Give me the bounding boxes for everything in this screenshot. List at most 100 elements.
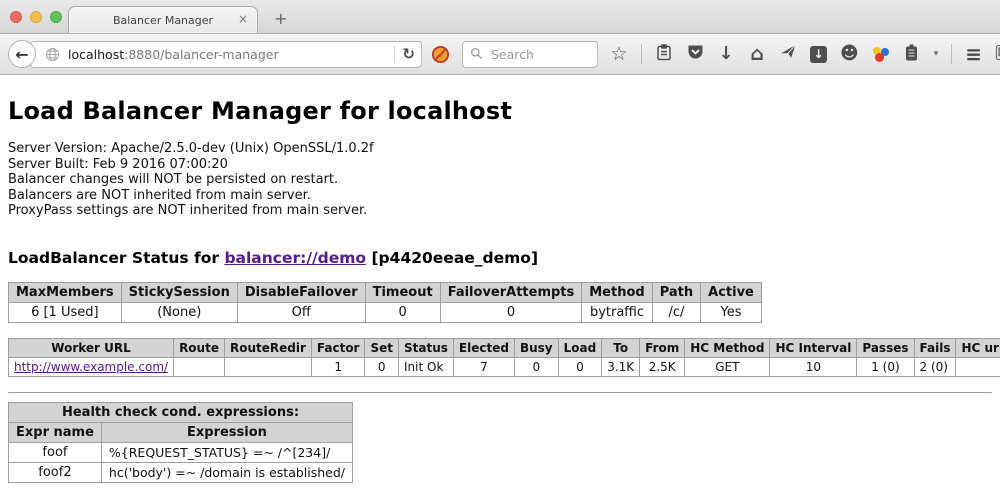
col-header: Passes — [857, 338, 914, 357]
pocket-icon[interactable] — [686, 44, 704, 64]
cell-from: 2.5K — [640, 357, 685, 376]
navigation-toolbar: ← localhost:8880/balancer-manager ↻ — [0, 34, 1000, 75]
server-built-line: Server Built: Feb 9 2016 07:00:20 — [8, 157, 992, 173]
toolbar-icons: ☆ ↓ ⌂ ↓ — [610, 42, 1000, 66]
divider — [8, 392, 992, 394]
cell-to: 3.1K — [602, 357, 640, 376]
url-path: :8880/balancer-manager — [124, 47, 278, 62]
window-controls — [10, 11, 62, 23]
col-header: Worker URL — [9, 338, 174, 357]
overflow-caret-icon[interactable]: ▾ — [934, 49, 939, 59]
tab-balancer-manager[interactable]: Balancer Manager × — [68, 6, 258, 33]
toolbar-separator — [951, 44, 952, 64]
col-header: Method — [582, 282, 652, 302]
cell-route — [174, 357, 225, 376]
tab-title: Balancer Manager — [113, 14, 213, 27]
cell-failoverattempts: 0 — [440, 302, 582, 322]
extension-dots-icon[interactable] — [872, 45, 890, 63]
toolbar-separator — [641, 44, 642, 64]
col-header: Fails — [914, 338, 956, 357]
downloads-arrow-icon[interactable]: ↓ — [717, 45, 735, 63]
url-separator — [394, 46, 395, 63]
tiles-page-icon[interactable] — [995, 44, 1000, 65]
cell-stickysession: (None) — [121, 302, 237, 322]
new-tab-button[interactable]: + — [274, 11, 287, 27]
back-button[interactable]: ← — [8, 40, 36, 68]
cell-expr-name: foof — [9, 442, 102, 462]
feedback-smiley-icon[interactable]: ☻ — [840, 45, 859, 63]
cell-hc-uri — [956, 357, 1000, 376]
table-row: foof %{REQUEST_STATUS} =~ /^[234]/ — [9, 442, 353, 462]
col-header: Path — [652, 282, 700, 302]
cell-timeout: 0 — [365, 302, 440, 322]
status-suffix: [p4420eeae_demo] — [366, 249, 538, 267]
balancers-inherit-line: Balancers are NOT inherited from main se… — [8, 188, 992, 204]
search-input[interactable] — [489, 46, 584, 63]
cell-hc-method: GET — [685, 357, 770, 376]
page-title: Load Balancer Manager for localhost — [8, 97, 992, 125]
cell-passes: 1 (0) — [857, 357, 914, 376]
table-row: http://www.example.com/ 1 0 Init Ok 7 0 … — [9, 357, 1000, 376]
col-header: Set — [365, 338, 399, 357]
home-icon[interactable]: ⌂ — [748, 45, 766, 63]
window-zoom-button[interactable] — [50, 11, 62, 23]
clipboard-icon[interactable] — [655, 44, 673, 65]
cell-expression: hc('body') =~ /domain is established/ — [101, 462, 352, 482]
cell-path: /c/ — [652, 302, 700, 322]
table-row: 6 [1 Used] (None) Off 0 0 bytraffic /c/ … — [9, 302, 762, 322]
col-header: Active — [701, 282, 762, 302]
col-header: Load — [558, 338, 602, 357]
status-prefix: LoadBalancer Status for — [8, 249, 224, 267]
page-content: Load Balancer Manager for localhost Serv… — [0, 75, 1000, 491]
col-header: From — [640, 338, 685, 357]
col-header: Route — [174, 338, 225, 357]
bookmark-star-icon[interactable]: ☆ — [610, 45, 628, 63]
col-header: RouteRedir — [224, 338, 311, 357]
window-minimize-button[interactable] — [30, 11, 42, 23]
cell-active: Yes — [701, 302, 762, 322]
send-plane-icon[interactable] — [779, 44, 797, 64]
server-version-line: Server Version: Apache/2.5.0-dev (Unix) … — [8, 141, 992, 157]
health-check-table: Health check cond. expressions: Expr nam… — [8, 402, 353, 483]
window-close-button[interactable] — [10, 11, 22, 23]
cell-worker-url: http://www.example.com/ — [9, 357, 174, 376]
url-text[interactable]: localhost:8880/balancer-manager — [68, 47, 387, 62]
url-bar[interactable]: localhost:8880/balancer-manager ↻ — [30, 41, 422, 68]
loadbalancer-status-heading: LoadBalancer Status for balancer://demo … — [8, 249, 992, 267]
save-page-icon[interactable]: ↓ — [810, 46, 827, 63]
cell-routeredir — [224, 357, 311, 376]
plugin-blocked-icon[interactable] — [431, 45, 450, 64]
cell-set: 0 — [365, 357, 399, 376]
cell-factor: 1 — [311, 357, 365, 376]
tab-bar: Balancer Manager × + — [0, 0, 1000, 34]
table-header-row: Expr name Expression — [9, 422, 353, 442]
globe-icon — [45, 47, 60, 62]
col-header: MaxMembers — [9, 282, 122, 302]
cell-fails: 2 (0) — [914, 357, 956, 376]
col-header: HC Interval — [770, 338, 857, 357]
cell-method: bytraffic — [582, 302, 652, 322]
worker-url-link[interactable]: http://www.example.com/ — [14, 360, 168, 374]
balancer-demo-link[interactable]: balancer://demo — [224, 249, 366, 267]
table-row: foof2 hc('body') =~ /domain is establish… — [9, 462, 353, 482]
search-box[interactable] — [462, 41, 598, 68]
health-table-title: Health check cond. expressions: — [9, 402, 353, 422]
container-battery-icon[interactable] — [903, 44, 921, 65]
proxypass-inherit-line: ProxyPass settings are NOT inherited fro… — [8, 203, 992, 219]
col-header: FailoverAttempts — [440, 282, 582, 302]
col-header: Status — [399, 338, 454, 357]
cell-status: Init Ok — [399, 357, 454, 376]
table-header-row: MaxMembers StickySession DisableFailover… — [9, 282, 762, 302]
tab-close-icon[interactable]: × — [238, 13, 248, 25]
server-info: Server Version: Apache/2.5.0-dev (Unix) … — [8, 141, 992, 219]
menu-hamburger-icon[interactable]: ≡ — [965, 42, 982, 66]
cell-busy: 0 — [514, 357, 558, 376]
col-header: Expr name — [9, 422, 102, 442]
cell-load: 0 — [558, 357, 602, 376]
reload-icon[interactable]: ↻ — [402, 47, 415, 62]
col-header: StickySession — [121, 282, 237, 302]
col-header: Timeout — [365, 282, 440, 302]
col-header: HC uri — [956, 338, 1000, 357]
cell-elected: 7 — [453, 357, 514, 376]
col-header: To — [602, 338, 640, 357]
